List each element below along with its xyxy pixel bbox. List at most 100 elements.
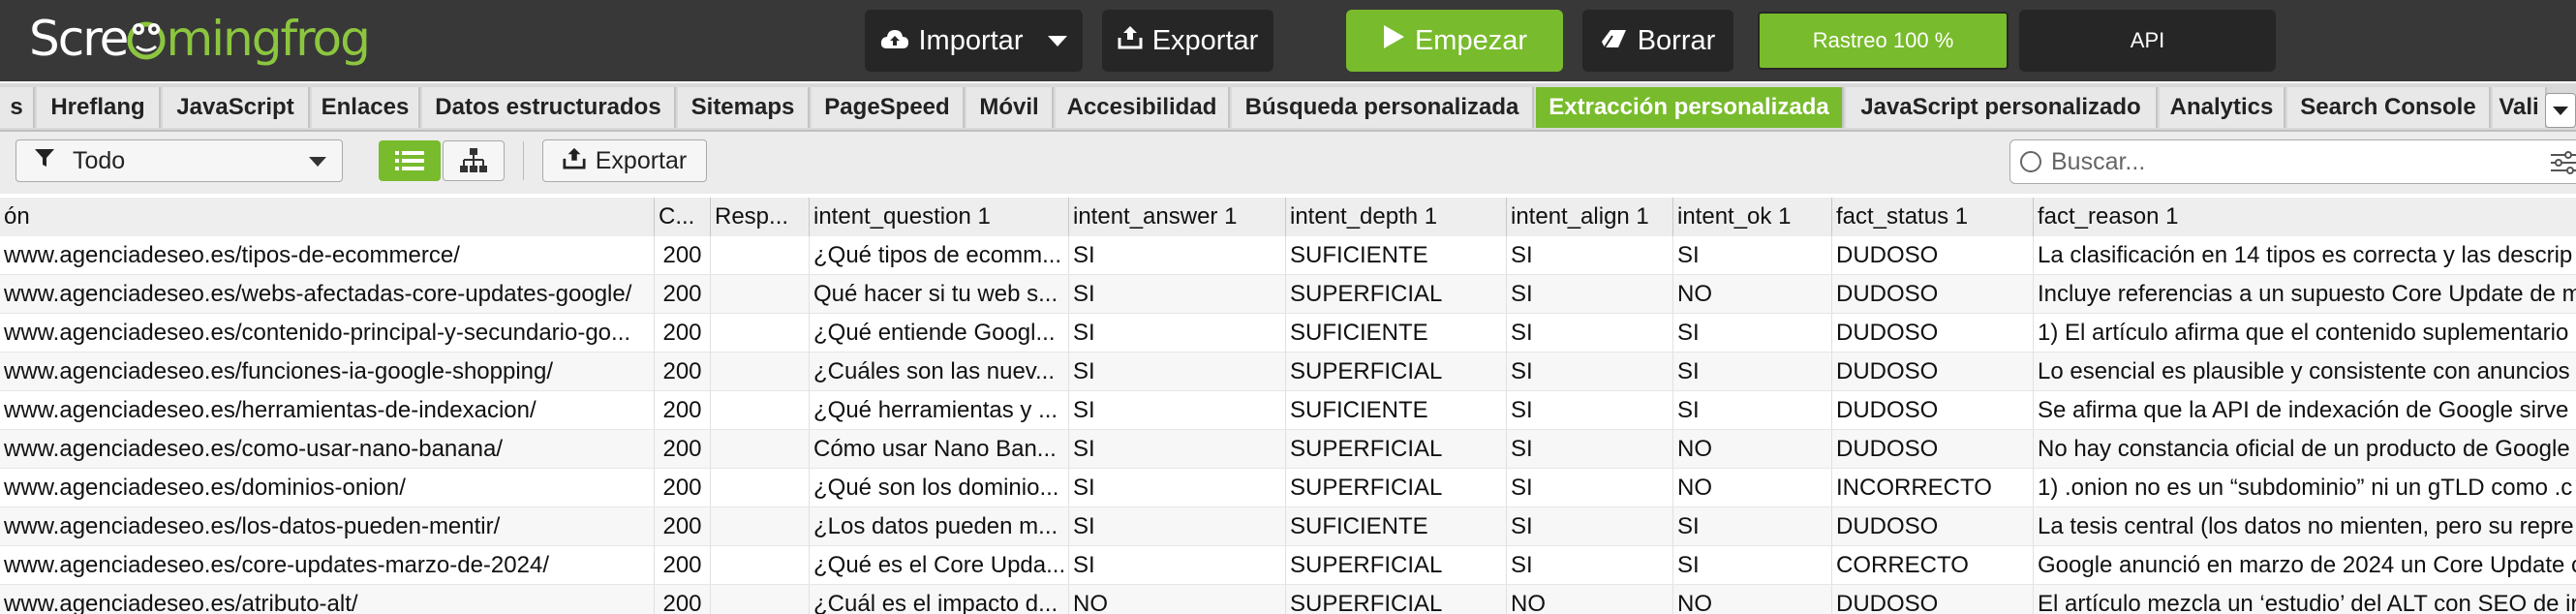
tab-hreflang[interactable]: Hreflang (37, 87, 161, 128)
tab-analytics[interactable]: Analytics (2160, 87, 2285, 128)
tab-structured-data[interactable]: Datos estructurados (422, 87, 676, 128)
filter-dropdown[interactable]: Todo (15, 139, 343, 182)
table-cell: www.agenciadeseo.es/tipos-de-ecommerce/ (0, 236, 655, 274)
table-row[interactable]: www.agenciadeseo.es/herramientas-de-inde… (0, 391, 2576, 430)
table-cell: SI (1069, 430, 1286, 468)
table-row[interactable]: www.agenciadeseo.es/como-usar-nano-banan… (0, 430, 2576, 469)
export-button[interactable]: Exportar (1102, 10, 1273, 72)
table-cell: NO (1673, 430, 1832, 468)
tab-pagespeed[interactable]: PageSpeed (812, 87, 965, 128)
clear-button[interactable]: Borrar (1582, 10, 1733, 72)
table-cell: 200 (655, 353, 711, 390)
table-row[interactable]: www.agenciadeseo.es/contenido-principal-… (0, 314, 2576, 353)
search-input[interactable]: Buscar... (2051, 148, 2145, 176)
table-cell: DUDOSO (1832, 353, 2034, 390)
import-button[interactable]: Importar (865, 10, 1083, 72)
tab-label: Móvil (979, 94, 1039, 120)
table-cell: SI (1507, 353, 1673, 390)
tab-custom-extraction[interactable]: Extracción personalizada (1536, 87, 1844, 128)
table-cell: ¿Qué es el Core Upda... (810, 546, 1069, 584)
column-header[interactable]: intent_ok 1 (1673, 198, 1832, 236)
tab-label: Sitemaps (690, 94, 795, 120)
tab-label: Enlaces (321, 94, 410, 120)
table-cell: La clasificación en 14 tipos es correcta… (2034, 236, 2576, 274)
api-button[interactable]: API (2019, 10, 2276, 72)
table-cell: Incluye referencias a un supuesto Core U… (2034, 275, 2576, 313)
table-row[interactable]: www.agenciadeseo.es/atributo-alt/200 ¿Cuá… (0, 585, 2576, 614)
table-cell: La tesis central (los datos no mienten, … (2034, 507, 2576, 545)
app-logo: Scre mingfrog (29, 8, 371, 70)
table-cell: ¿Qué herramientas y ... (810, 391, 1069, 429)
tab-custom-javascript[interactable]: JavaScript personalizado (1846, 87, 2158, 128)
table-row[interactable]: www.agenciadeseo.es/los-datos-pueden-men… (0, 507, 2576, 546)
table-cell: SI (1507, 275, 1673, 313)
tab-bar: s Hreflang JavaScript Enlaces Datos estr… (0, 83, 2576, 132)
tab-mobile[interactable]: Móvil (966, 87, 1054, 128)
table-export-button[interactable]: Exportar (542, 139, 707, 182)
table-cell (711, 469, 810, 507)
sliders-icon[interactable] (2551, 150, 2576, 175)
table-cell: DUDOSO (1832, 236, 2034, 274)
column-header[interactable]: fact_status 1 (1832, 198, 2034, 236)
tab-label: PageSpeed (824, 94, 950, 120)
table-cell: www.agenciadeseo.es/los-datos-pueden-men… (0, 507, 655, 545)
tab-label: Búsqueda personalizada (1244, 94, 1519, 120)
column-header[interactable]: Resp... (711, 198, 810, 236)
tab-sitemaps[interactable]: Sitemaps (678, 87, 810, 128)
column-header[interactable]: intent_align 1 (1507, 198, 1673, 236)
tree-view-button[interactable] (443, 140, 505, 181)
table-cell: Lo esencial es plausible y consistente c… (2034, 353, 2576, 390)
table-cell: NO (1507, 585, 1673, 614)
play-icon (1382, 24, 1405, 57)
table-cell: www.agenciadeseo.es/atributo-alt/ (0, 585, 655, 614)
search-box[interactable]: Buscar... (2009, 139, 2576, 184)
column-header[interactable]: intent_depth 1 (1286, 198, 1507, 236)
tab-label: Hreflang (50, 94, 145, 120)
chevron-down-icon (309, 157, 326, 167)
table-row[interactable]: www.agenciadeseo.es/core-updates-marzo-d… (0, 546, 2576, 585)
column-header[interactable]: ón (0, 198, 655, 236)
table-cell: SI (1069, 391, 1286, 429)
table-cell: SI (1507, 314, 1673, 352)
table-cell (711, 236, 810, 274)
table-cell: www.agenciadeseo.es/webs-afectadas-core-… (0, 275, 655, 313)
start-button[interactable]: Empezar (1346, 10, 1563, 72)
table-cell: 1) .onion no es un “subdominio” ni un gT… (2034, 469, 2576, 507)
clear-label: Borrar (1637, 24, 1716, 56)
tab-overflow-menu[interactable] (2545, 93, 2576, 128)
table-cell: SUFICIENTE (1286, 391, 1507, 429)
table-cell: 1) El artículo afirma que el contenido s… (2034, 314, 2576, 352)
table-row[interactable]: www.agenciadeseo.es/dominios-onion/200 ¿Q… (0, 469, 2576, 507)
filter-toolbar: Todo Exportar Buscar... (0, 132, 2576, 194)
tab-partial-left[interactable]: s (0, 87, 35, 128)
tab-javascript[interactable]: JavaScript (163, 87, 310, 128)
tab-search-console[interactable]: Search Console (2287, 87, 2491, 128)
tab-links[interactable]: Enlaces (312, 87, 420, 128)
table-cell: SI (1069, 507, 1286, 545)
column-header[interactable]: intent_question 1 (810, 198, 1069, 236)
table-cell: No hay constancia oficial de un producto… (2034, 430, 2576, 468)
table-cell (711, 275, 810, 313)
tab-custom-search[interactable]: Búsqueda personalizada (1232, 87, 1534, 128)
table-row[interactable]: www.agenciadeseo.es/webs-afectadas-core-… (0, 275, 2576, 314)
column-header[interactable]: C... (655, 198, 711, 236)
table-row[interactable]: www.agenciadeseo.es/tipos-de-ecommerce/2… (0, 236, 2576, 275)
list-view-button[interactable] (379, 140, 441, 181)
tab-validation-partial[interactable]: Vali (2493, 87, 2547, 128)
table-cell: 200 (655, 275, 711, 313)
table-cell: NO (1069, 585, 1286, 614)
tree-view-icon (460, 148, 487, 172)
table-cell: SI (1673, 353, 1832, 390)
table-cell: DUDOSO (1832, 391, 2034, 429)
table-cell: www.agenciadeseo.es/contenido-principal-… (0, 314, 655, 352)
table-cell: INCORRECTO (1832, 469, 2034, 507)
column-header[interactable]: intent_answer 1 (1069, 198, 1286, 236)
table-cell: 200 (655, 430, 711, 468)
table-row[interactable]: www.agenciadeseo.es/funciones-ia-google-… (0, 353, 2576, 391)
table-cell: SUPERFICIAL (1286, 353, 1507, 390)
import-label: Importar (918, 24, 1024, 56)
column-header[interactable]: fact_reason 1 (2034, 198, 2576, 236)
table-cell: DUDOSO (1832, 275, 2034, 313)
table-cell: SI (1069, 314, 1286, 352)
tab-accessibility[interactable]: Accesibilidad (1056, 87, 1230, 128)
